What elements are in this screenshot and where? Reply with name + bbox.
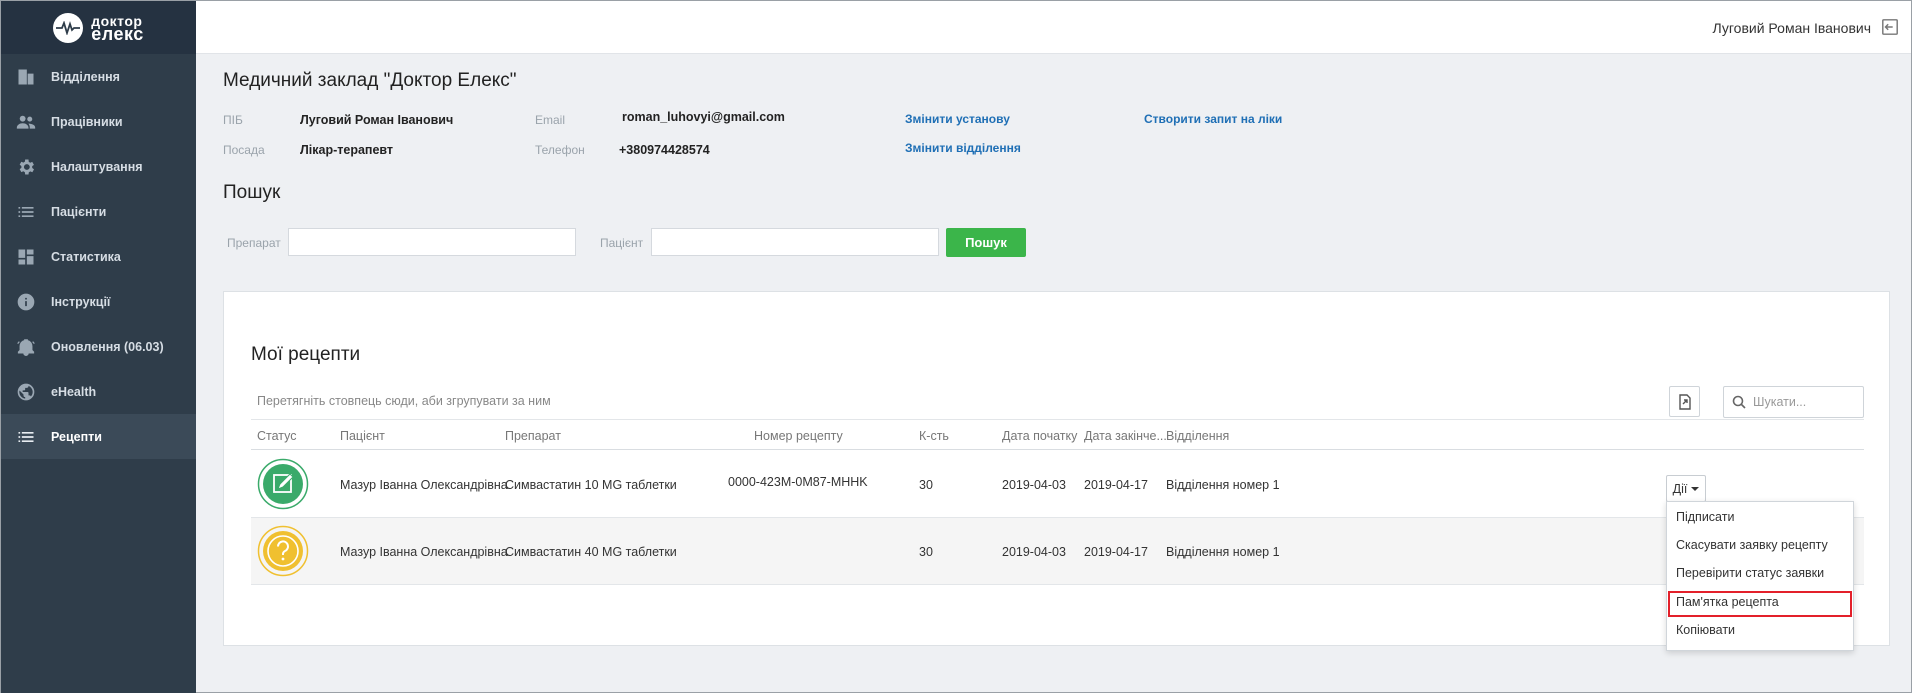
logout-icon[interactable] [1881, 18, 1899, 36]
drug-search-input[interactable] [288, 228, 576, 256]
create-drug-request-link[interactable]: Створити запит на ліки [1144, 112, 1282, 126]
menu-item-cancel-request[interactable]: Скасувати заявку рецепту [1676, 538, 1828, 552]
change-department-link[interactable]: Змінити відділення [905, 141, 1021, 155]
grid-search-box[interactable] [1723, 386, 1864, 418]
sidebar-item-label: Оновлення (06.03) [51, 339, 164, 354]
col-qty[interactable]: К-сть [919, 429, 949, 443]
actions-dropdown-menu: Підписати Скасувати заявку рецепту Перев… [1666, 501, 1854, 651]
org-title: Медичний заклад "Доктор Елекс" [223, 70, 517, 91]
cell-start-date: 2019-04-03 [1002, 545, 1066, 559]
signed-status-icon [257, 458, 309, 510]
menu-item-check-status[interactable]: Перевірити статус заявки [1676, 566, 1824, 580]
sidebar-item-label: eHealth [51, 384, 97, 399]
sidebar-item-label: Відділення [51, 69, 120, 84]
sidebar-item-label: Статистика [51, 249, 121, 264]
sidebar-item-label: Інструкції [51, 294, 111, 309]
logo-line2: елекс [91, 23, 144, 44]
search-section-title: Пошук [223, 182, 281, 203]
recipes-panel: Мої рецепти Перетягніть стовпець сюди, а… [223, 291, 1890, 646]
table-header: Статус Пацієнт Препарат Номер рецепту К-… [251, 420, 1864, 450]
col-end-date[interactable]: Дата закінче... [1084, 429, 1167, 443]
change-institution-link[interactable]: Змінити установу [905, 112, 1010, 126]
cell-patient: Мазур Іванна Олександрівна [340, 545, 508, 559]
export-button[interactable] [1669, 386, 1700, 417]
sidebar: доктор елекс Відділення Працівники Налаш… [1, 1, 196, 693]
col-department[interactable]: Відділення [1166, 429, 1229, 443]
bell-icon [15, 336, 37, 358]
patient-search-input[interactable] [651, 228, 939, 256]
phone-value: +380974428574 [619, 143, 710, 157]
info-icon [15, 291, 37, 313]
sidebar-item-departments[interactable]: Відділення [1, 54, 196, 99]
cell-qty: 30 [919, 545, 933, 559]
globe-icon [15, 381, 37, 403]
sidebar-item-label: Налаштування [51, 159, 143, 174]
sidebar-item-statistics[interactable]: Статистика [1, 234, 196, 279]
cell-department: Відділення номер 1 [1166, 478, 1280, 492]
sidebar-item-ehealth[interactable]: eHealth [1, 369, 196, 414]
cell-patient: Мазур Іванна Олександрівна [340, 478, 508, 492]
question-status-icon [257, 525, 309, 577]
building-icon [15, 66, 37, 88]
cell-drug: Симвастатин 40 MG таблетки [505, 545, 677, 559]
sidebar-item-label: Працівники [51, 114, 123, 129]
user-name[interactable]: Луговий Роман Іванович [1713, 20, 1871, 36]
col-status[interactable]: Статус [257, 429, 297, 443]
main-content: Медичний заклад "Доктор Елекс" ПІБ Лугов… [196, 54, 1911, 692]
sidebar-item-settings[interactable]: Налаштування [1, 144, 196, 189]
col-drug[interactable]: Препарат [505, 429, 561, 443]
name-label: ПІБ [223, 113, 243, 127]
list-icon [15, 201, 37, 223]
menu-item-recipe-memo[interactable]: Пам'ятка рецепта [1676, 595, 1779, 609]
menu-item-sign[interactable]: Підписати [1676, 510, 1734, 524]
gear-icon [15, 156, 37, 178]
email-label: Email [535, 113, 566, 127]
cell-end-date: 2019-04-17 [1084, 545, 1148, 559]
search-button[interactable]: Пошук [946, 228, 1026, 257]
cell-qty: 30 [919, 478, 933, 492]
position-label: Посада [223, 143, 265, 157]
table-row[interactable]: Мазур Іванна Олександрівна Симвастатин 1… [251, 451, 1864, 518]
patient-search-label: Пацієнт [600, 236, 644, 250]
group-panel[interactable]: Перетягніть стовпець сюди, аби згрупуват… [251, 384, 1864, 420]
actions-button[interactable]: Дії [1666, 475, 1706, 502]
email-value: roman_luhovyi@gmail.com [622, 110, 785, 124]
table-row[interactable]: Мазур Іванна Олександрівна Симвастатин 4… [251, 518, 1864, 585]
actions-label: Дії [1672, 481, 1688, 496]
people-icon [15, 111, 37, 133]
sidebar-item-recipes[interactable]: Рецепти [1, 414, 196, 459]
cell-start-date: 2019-04-03 [1002, 478, 1066, 492]
logo-mark-icon [53, 12, 84, 43]
cell-drug: Симвастатин 10 MG таблетки [505, 478, 677, 492]
sidebar-item-patients[interactable]: Пацієнти [1, 189, 196, 234]
sidebar-item-label: Рецепти [51, 429, 102, 444]
cell-department: Відділення номер 1 [1166, 545, 1280, 559]
top-header: Луговий Роман Іванович [196, 1, 1911, 54]
drug-search-label: Препарат [227, 236, 281, 250]
group-hint: Перетягніть стовпець сюди, аби згрупуват… [257, 394, 551, 408]
sidebar-item-label: Пацієнти [51, 204, 107, 219]
sidebar-item-instructions[interactable]: Інструкції [1, 279, 196, 324]
cell-number: 0000-423M-0M87-MHHK [728, 475, 868, 489]
list-icon [15, 426, 37, 448]
sidebar-item-updates[interactable]: Оновлення (06.03) [1, 324, 196, 369]
name-value: Луговий Роман Іванович [300, 113, 454, 127]
position-value: Лікар-терапевт [300, 143, 394, 157]
logo-text: доктор елекс [91, 14, 144, 44]
sidebar-item-staff[interactable]: Працівники [1, 99, 196, 144]
phone-label: Телефон [535, 143, 585, 157]
logo[interactable]: доктор елекс [1, 1, 196, 54]
grid-search-input[interactable] [1753, 395, 1853, 409]
dashboard-icon [15, 246, 37, 268]
cell-end-date: 2019-04-17 [1084, 478, 1148, 492]
menu-item-copy[interactable]: Копіювати [1676, 623, 1735, 637]
col-patient[interactable]: Пацієнт [340, 429, 385, 443]
caret-down-icon [1691, 486, 1700, 491]
col-number[interactable]: Номер рецепту [754, 429, 843, 443]
search-icon [1732, 395, 1746, 409]
col-start-date[interactable]: Дата початку [1002, 429, 1077, 443]
export-icon [1678, 393, 1691, 410]
recipes-title: Мої рецепти [251, 344, 361, 365]
